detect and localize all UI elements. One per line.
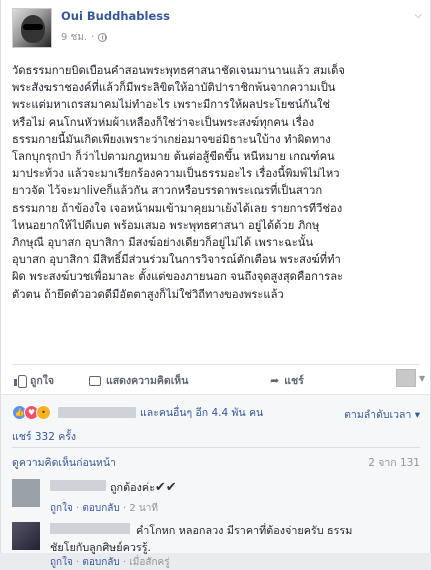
like-label: ถูกใจ [30,375,54,387]
caret-down-icon[interactable]: ▼ [419,374,425,383]
divider [12,364,420,365]
post-line: พระแต่มหาเถรสมาคมไม่ทำอะไร เพราะมีการให้… [12,98,331,112]
comment-like-link[interactable]: ถูกใจ [50,557,73,568]
comment-count: 2 จาก 131 [368,457,420,469]
share-label: แชร์ [284,375,304,387]
blurred-commenter-name[interactable] [50,480,106,491]
speech-bubble-icon [89,375,101,386]
view-previous-comments[interactable]: ดูความคิดเห็นก่อนหน้า [12,454,116,471]
post-body: วัดธรรมกายบิดเบือนคำสอนพระพุทธศาสนาชัดเจ… [12,62,424,303]
globe-icon [98,33,108,42]
comment-time[interactable]: 2 นาที [129,503,158,514]
comment-text: ถูกต้องค่ะ✔✔ [110,479,177,496]
comment-button[interactable]: แสดงความคิดเห็น [89,372,188,389]
comment-item: คำโกหก หลอกลวง มีราคาที่ต้องจ่ายครับ ธรร… [12,522,420,568]
post-line: ยาวจัด ไว้จะมาliveก็แล้วกัน สาวกหรือบรรด… [12,184,323,198]
post-line: ตัวตน ถ้ายึดตัวอวดดีมีอัตตาสูงก็ไม่ใช่วิ… [12,287,284,301]
comment-actions: ถูกใจ · ตอบกลับ · เมื่อสักครู่ [50,557,170,568]
check-mark-icon: ✔✔ [154,480,177,495]
post-line: ธรรมกายนี้มันเกิดเพียงเพราะว่าเกย่อมาจขอ… [12,132,331,146]
comment-actions: ถูกใจ · ตอบกลับ · 2 นาที [50,503,158,514]
reactions-count[interactable]: และคนอื่นๆ อีก 4.4 พัน คน [140,404,263,421]
commenter-avatar[interactable] [12,479,40,507]
comment-text-line1: คำโกหก หลอกลวง มีราคาที่ต้องจ่ายครับ ธรร… [136,524,353,537]
comment-label: แสดงความคิดเห็น [106,375,189,387]
post-as-avatar[interactable] [396,369,416,387]
thumbs-up-icon [14,375,27,388]
comment-item: ถูกต้องค่ะ✔✔ ถูกใจ · ตอบกลับ · 2 นาที [12,479,420,519]
post-line: พระสังฆราชองค์ที่แล้วก็มีพระลิขิตให้อาบั… [12,81,336,95]
author-avatar[interactable] [12,8,52,48]
comment-like-link[interactable]: ถูกใจ [50,503,73,514]
post-line: มาประท้วง แล้วจะมาเรียกร้องความเป็นธรรมอ… [12,167,340,181]
reactions-summary[interactable]: 👍 ♥ • และคนอื่นๆ อีก 4.4 พัน คน [12,404,263,421]
comment-reply-link[interactable]: ตอบกลับ [82,557,119,568]
shares-count[interactable]: แชร์ 332 ครั้ง [12,428,76,445]
comment-text-line2: ชัยโยกับลูกศิษย์ควรรู้. [50,541,151,554]
avatar-glasses [23,24,43,30]
post-line: หรือไม่ คนโกนหัวห่มผ้าเหลืองก็ใช่ว่าจะเป… [12,115,315,129]
like-button[interactable]: ถูกใจ [14,372,54,389]
share-arrow-icon: ➦ [270,374,280,387]
chevron-down-icon: ▾ [414,409,420,421]
comment-time[interactable]: เมื่อสักครู่ [129,557,169,568]
sort-label: ตามลำดับเวลา [344,409,412,421]
comment-body: ถูกต้องค่ะ [110,481,155,494]
chevron-down-icon[interactable]: ⌵ [414,10,422,21]
blurred-commenter-name[interactable] [50,523,130,534]
wow-reaction-icon: • [36,405,51,420]
post-card: Oui Buddhabless 9 ชม. · ⌵ วัดธรรมกายบิดเ… [0,0,431,568]
commenter-avatar[interactable] [12,522,40,550]
share-button[interactable]: ➦ แชร์ [270,372,304,389]
post-line: ผิด พระสงฆ์บวชเพื่อมาละ ตั้งแต่ของภายนอก… [12,270,344,284]
meta-separator: · [91,32,95,43]
post-meta: 9 ชม. · [61,30,108,45]
post-line: โลกบุกรุกป่า ก็ว่าไปตามกฎหมาย ต้นต่อสู้ข… [12,150,335,164]
sort-dropdown[interactable]: ตามลำดับเวลา ▾ [344,406,420,423]
divider [12,447,420,448]
comment-reply-link[interactable]: ตอบกลับ [82,503,119,514]
post-line: ธรรมกาย ถ้าข้องใจ เจอหน้าผมเข้ามาคุยมาเย… [12,201,343,215]
post-line: ไหนอยากให้ไปดีเบต พร้อมเสมอ พระพุทธศาสนา… [12,218,320,232]
author-name[interactable]: Oui Buddhabless [61,9,170,23]
blurred-reactor-name [58,407,136,418]
feedback-section: 👍 ♥ • และคนอื่นๆ อีก 4.4 พัน คน ตามลำดับ… [1,394,430,568]
post-line: อุบาสก อุบาสิกา มีสิทธิ์มีส่วนร่วมในการว… [12,253,341,267]
action-bar: ถูกใจ แสดงความคิดเห็น ➦ แชร์ ▼ [12,368,425,390]
post-line: ภิกษุณี อุบาสก อุบาสิกา มีสงฆ์อย่างเดียว… [12,236,314,250]
post-time[interactable]: 9 ชม. [61,30,87,45]
post-line: วัดธรรมกายบิดเบือนคำสอนพระพุทธศาสนาชัดเจ… [12,64,345,77]
